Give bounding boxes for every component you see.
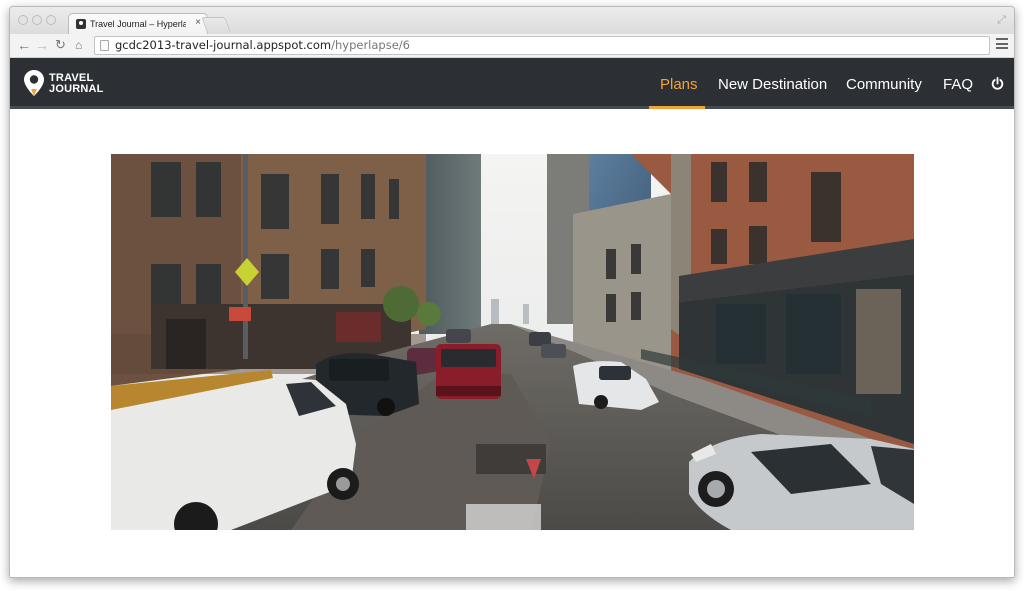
zoom-window-button[interactable]	[46, 15, 56, 25]
logo-line-2: JOURNAL	[49, 83, 104, 95]
page-content	[10, 112, 1014, 577]
page-icon	[100, 40, 109, 51]
nav-community[interactable]: Community	[846, 76, 922, 93]
back-icon[interactable]: ←	[17, 37, 31, 53]
forward-icon[interactable]: →	[35, 37, 49, 53]
new-tab-button[interactable]	[201, 17, 231, 32]
home-icon[interactable]: ⌂	[75, 37, 82, 53]
browser-toolbar: ← → ↻ ⌂ gcdc2013-travel-journal.appspot.…	[10, 34, 1014, 58]
street-view-image	[111, 154, 914, 530]
browser-window: Travel Journal – Hyperlapse × ⤢ ← → ↻ ⌂ …	[9, 6, 1015, 578]
hyperlapse-viewer[interactable]	[111, 154, 914, 530]
nav-faq[interactable]: FAQ	[943, 76, 973, 93]
reload-icon[interactable]: ↻	[55, 37, 66, 53]
restore-icon[interactable]: ⤢	[997, 14, 1006, 27]
nav-plans[interactable]: Plans	[660, 76, 698, 93]
tab-title: Travel Journal – Hyperlapse	[90, 19, 186, 29]
url-host: gcdc2013-travel-journal.appspot.com	[115, 38, 332, 52]
url-text: gcdc2013-travel-journal.appspot.com/hype…	[115, 37, 410, 54]
map-pin-icon	[24, 70, 44, 96]
travel-journal-favicon-icon	[76, 19, 86, 29]
tab-strip: Travel Journal – Hyperlapse × ⤢	[10, 7, 1014, 34]
close-window-button[interactable]	[18, 15, 28, 25]
menu-icon[interactable]	[996, 38, 1008, 49]
browser-tab-active[interactable]: Travel Journal – Hyperlapse ×	[68, 13, 208, 34]
url-path: /hyperlapse/6	[331, 38, 410, 52]
address-bar[interactable]: gcdc2013-travel-journal.appspot.com/hype…	[94, 36, 990, 55]
power-icon[interactable]	[991, 77, 1004, 90]
active-nav-indicator	[649, 106, 705, 109]
nav-new-destination[interactable]: New Destination	[718, 76, 827, 93]
minimize-window-button[interactable]	[32, 15, 42, 25]
site-header: TRAVEL JOURNAL Plans New Destination Com…	[10, 58, 1014, 109]
tab-close-icon[interactable]: ×	[195, 17, 201, 28]
